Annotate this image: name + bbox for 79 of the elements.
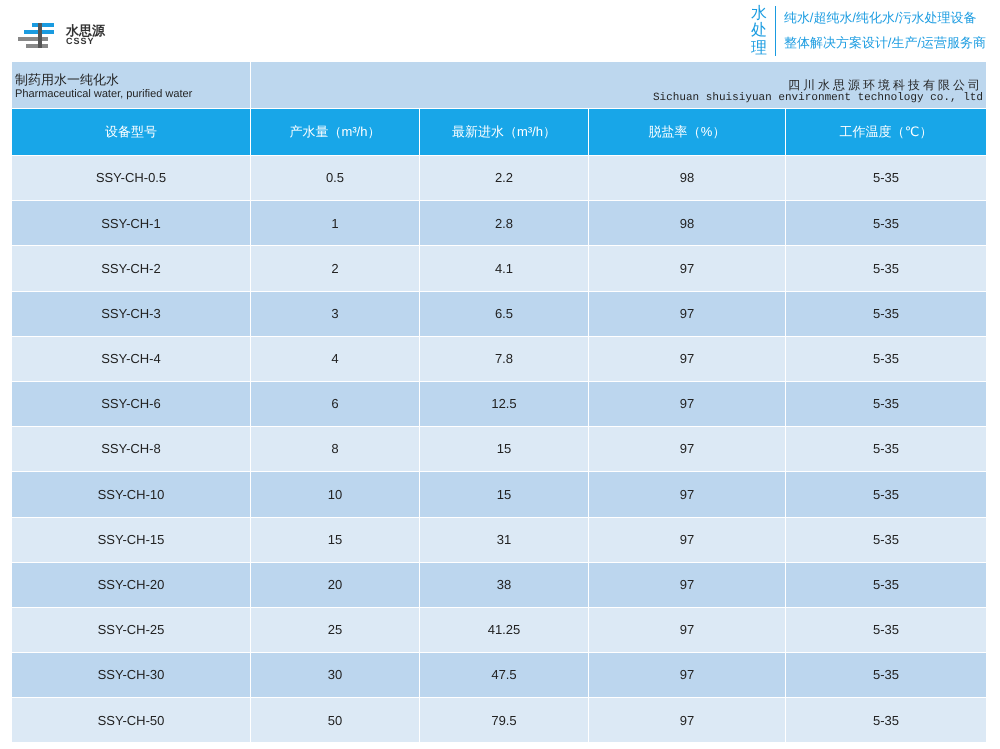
table-cell: 25 <box>251 608 419 652</box>
table-cell: SSY-CH-8 <box>12 427 250 472</box>
table-cell: 97 <box>589 608 785 652</box>
table-cell: 97 <box>589 427 785 472</box>
table-cell: 15 <box>251 518 419 562</box>
table-cell: 38 <box>420 562 588 607</box>
table-cell: SSY-CH-2 <box>12 246 250 291</box>
table-cell: SSY-CH-25 <box>12 608 250 652</box>
table-cell: SSY-CH-1 <box>12 201 250 246</box>
table-cell: 5-35 <box>786 201 986 246</box>
table-cell: 5-35 <box>786 336 986 381</box>
table-cell: 5-35 <box>786 382 986 426</box>
table-cell: 2.8 <box>420 201 588 246</box>
table-cell: 30 <box>251 653 419 698</box>
table-cell: 6 <box>251 382 419 426</box>
company-name: 四川水思源环境科技有限公司 <box>787 78 983 92</box>
column-header: 最新进水（m³/h） <box>420 109 588 155</box>
table-cell: 50 <box>251 698 419 742</box>
table-cell: 97 <box>589 246 785 291</box>
table-cell: 97 <box>589 292 785 336</box>
table-cell: 2 <box>251 246 419 291</box>
table-cell: 5-35 <box>786 246 986 291</box>
tagline-label: 水处理 <box>750 4 767 58</box>
table-cell: 31 <box>420 518 588 562</box>
table-cell: 15 <box>420 472 588 516</box>
table-cell: SSY-CH-0.5 <box>12 156 250 200</box>
subtitle: Pharmaceutical water, purified water <box>15 88 194 100</box>
table-cell: 97 <box>589 472 785 516</box>
table-cell: 5-35 <box>786 653 986 698</box>
column-header: 产水量（m³/h） <box>251 109 419 155</box>
table-cell: 0.5 <box>251 156 419 200</box>
column-header: 工作温度（℃） <box>786 109 986 155</box>
table-cell: SSY-CH-6 <box>12 382 250 426</box>
table-cell: 5-35 <box>786 608 986 652</box>
table-cell: 98 <box>589 201 785 246</box>
table-cell: 98 <box>589 156 785 200</box>
table-cell: 47.5 <box>420 653 588 698</box>
table-cell: 97 <box>589 382 785 426</box>
table-cell: SSY-CH-15 <box>12 518 250 562</box>
table-cell: 5-35 <box>786 518 986 562</box>
table-cell: SSY-CH-3 <box>12 292 250 336</box>
table-cell: 97 <box>589 518 785 562</box>
table-cell: 8 <box>251 427 419 472</box>
table-cell: 97 <box>589 336 785 381</box>
table-cell: 5-35 <box>786 427 986 472</box>
table-cell: 2.2 <box>420 156 588 200</box>
brand-name: 水思源 <box>66 24 105 37</box>
table-cell: 4 <box>251 336 419 381</box>
table-cell: 15 <box>420 427 588 472</box>
table-cell: 3 <box>251 292 419 336</box>
tagline: 纯水/超纯水/纯化水/污水处理设备 <box>784 9 978 28</box>
table-cell: 4.1 <box>420 246 588 291</box>
table-cell: 7.8 <box>420 336 588 381</box>
column-header: 脱盐率（%） <box>589 109 785 155</box>
table-cell: 1 <box>251 201 419 246</box>
table-cell: 5-35 <box>786 698 986 742</box>
tagline: 整体解决方案设计/生产/运营服务商 <box>784 34 986 52</box>
table-cell: SSY-CH-20 <box>12 562 250 607</box>
table-cell: 97 <box>589 698 785 742</box>
table-cell: SSY-CH-4 <box>12 336 250 381</box>
company-english-name: Sichuan shuisiyuan environment technology co., ltd <box>652 92 983 104</box>
table-cell: 20 <box>251 562 419 607</box>
table-cell: 5-35 <box>786 156 986 200</box>
table-cell: 5-35 <box>786 292 986 336</box>
table-cell: 79.5 <box>420 698 588 742</box>
table-cell: SSY-CH-30 <box>12 653 250 698</box>
table-cell: 5-35 <box>786 562 986 607</box>
brand-latin-name: CSSY <box>66 37 95 46</box>
column-header: 设备型号 <box>12 109 250 155</box>
table-cell: SSY-CH-10 <box>12 472 250 516</box>
title: 制药用水一纯化水 <box>15 72 120 88</box>
table-cell: 97 <box>589 562 785 607</box>
table-cell: 41.25 <box>420 608 588 652</box>
table-cell: 12.5 <box>420 382 588 426</box>
table-cell: 10 <box>251 472 419 516</box>
table-cell: 5-35 <box>786 472 986 516</box>
table-cell: 97 <box>589 653 785 698</box>
table-cell: 6.5 <box>420 292 588 336</box>
table-cell: SSY-CH-50 <box>12 698 250 742</box>
